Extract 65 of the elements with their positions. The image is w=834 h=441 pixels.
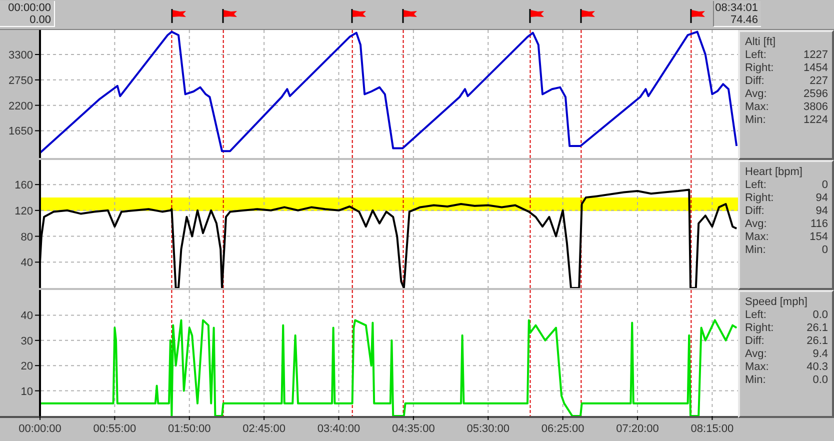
- stat-value: 26.1: [806, 322, 828, 335]
- stat-value: 9.4: [812, 348, 828, 361]
- stat-value: 116: [810, 218, 828, 231]
- stat-value: 1224: [804, 114, 828, 127]
- stat-value: 2596: [804, 88, 828, 101]
- axis-label: 160: [14, 180, 33, 192]
- stat-label: Avg:: [745, 88, 767, 101]
- axis-label: 30: [20, 335, 33, 348]
- stat-label: Left:: [745, 179, 766, 192]
- axis-label: 40: [20, 310, 33, 322]
- axis-label: 04:35:00: [392, 423, 435, 435]
- stat-value: 94: [816, 192, 828, 205]
- stat-label: Diff:: [745, 75, 764, 88]
- stat-label: Max:: [745, 101, 769, 114]
- start-time: 00:00:00: [8, 2, 51, 14]
- stat-label: Diff:: [745, 335, 764, 348]
- axis-label: 2200: [8, 100, 33, 112]
- axis-label: 3300: [8, 50, 33, 62]
- axis-label: 02:45:00: [242, 423, 286, 435]
- stat-label: Diff:: [745, 205, 764, 218]
- start-distance: 0.00: [30, 14, 51, 26]
- axis-label: 2750: [8, 74, 33, 87]
- stats-title: Heart [bpm]: [745, 166, 804, 179]
- stat-value: 0.0: [812, 309, 828, 322]
- axis-label: 08:15:00: [690, 423, 734, 435]
- axis-label: 07:20:00: [616, 423, 659, 435]
- stat-value: 1227: [804, 49, 828, 62]
- axis-label: 03:40:00: [317, 423, 360, 435]
- axis-label: 00:55:00: [93, 423, 136, 435]
- axis-label: 10: [20, 386, 33, 398]
- stat-value: 0: [822, 179, 828, 192]
- stat-value: 227: [810, 75, 828, 88]
- stat-value: 0.0: [812, 374, 828, 387]
- stats-title: Alti [ft]: [745, 36, 777, 49]
- stats-title: Speed [mph]: [745, 296, 808, 309]
- stat-label: Avg:: [745, 218, 767, 231]
- axis-label: 80: [20, 231, 33, 244]
- stat-value: 1454: [804, 62, 828, 75]
- stat-label: Min:: [745, 374, 766, 387]
- stat-label: Max:: [745, 231, 769, 244]
- stat-label: Left:: [745, 309, 766, 322]
- stat-label: Min:: [745, 244, 766, 257]
- axis-label: 06:25:00: [541, 423, 584, 435]
- axis-label: 20: [20, 360, 33, 373]
- axis-label: 00:00:00: [18, 423, 62, 435]
- stat-value: 94: [816, 205, 828, 218]
- end-distance: 74.46: [730, 14, 758, 26]
- stat-value: 26.1: [806, 335, 828, 348]
- axis-label: 05:30:00: [466, 423, 510, 435]
- stat-label: Right:: [745, 62, 774, 75]
- stat-label: Avg:: [745, 348, 767, 361]
- axis-label: 40: [20, 257, 33, 270]
- axis-label: 120: [14, 205, 33, 218]
- stat-label: Right:: [745, 322, 774, 335]
- stat-label: Max:: [745, 361, 769, 374]
- stat-value: 154: [810, 231, 828, 244]
- stat-value: 0: [822, 244, 828, 257]
- axis-label: 1650: [8, 126, 33, 138]
- stat-label: Left:: [745, 49, 766, 62]
- stat-value: 40.3: [806, 361, 828, 374]
- stat-value: 3806: [804, 101, 828, 114]
- end-time: 08:34:01: [715, 2, 758, 14]
- stat-label: Right:: [745, 192, 774, 205]
- axis-label: 01:50:00: [168, 423, 211, 435]
- stat-label: Min:: [745, 114, 766, 127]
